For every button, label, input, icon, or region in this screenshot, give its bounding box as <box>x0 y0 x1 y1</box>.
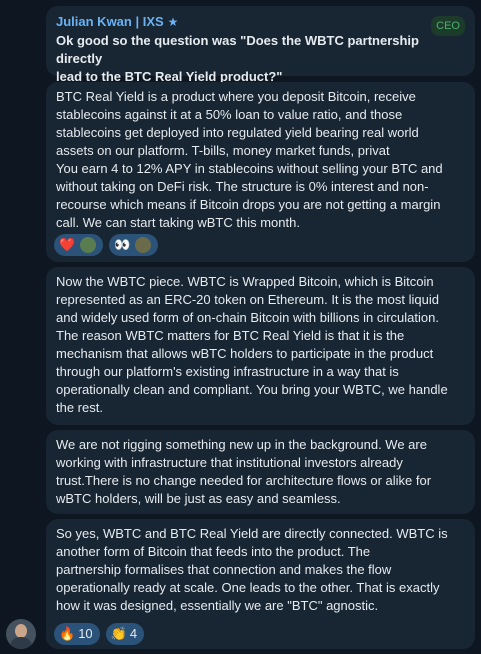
message-bubble[interactable]: We are not rigging something new up in t… <box>46 430 475 514</box>
eyes-icon: 👀 <box>114 237 131 252</box>
message-header: Julian Kwan | IXS ★ <box>56 12 465 32</box>
reaction-eyes[interactable]: 👀 <box>109 234 159 256</box>
sender-avatar[interactable] <box>6 619 36 649</box>
message-text: So yes, WBTC and BTC Real Yield are dire… <box>56 526 448 613</box>
reactions-row: ❤️ 👀 <box>54 234 159 256</box>
avatar-body <box>10 637 32 649</box>
star-icon: ★ <box>167 15 179 29</box>
fire-icon: 🔥 <box>59 626 76 641</box>
reaction-fire[interactable]: 🔥 10 <box>54 623 100 645</box>
reactor-avatar <box>135 237 152 253</box>
reaction-count: 10 <box>78 626 93 641</box>
reaction-count: 4 <box>129 626 138 641</box>
message-text: BTC Real Yield is a product where you de… <box>56 89 443 230</box>
message-bubble[interactable]: Julian Kwan | IXS ★ CEO Ok good so the q… <box>46 6 475 84</box>
message-text: Ok good so the question was "Does the WB… <box>56 33 419 84</box>
message-bubble[interactable]: Now the WBTC piece. WBTC is Wrapped Bitc… <box>46 267 475 425</box>
message-bubble[interactable]: So yes, WBTC and BTC Real Yield are dire… <box>46 519 475 649</box>
reaction-clap[interactable]: 👏 4 <box>105 623 145 645</box>
reaction-heart[interactable]: ❤️ <box>54 234 104 256</box>
message-text: We are not rigging something new up in t… <box>56 437 432 506</box>
reactions-row: 🔥 10 👏 4 <box>54 623 145 645</box>
sender-name[interactable]: Julian Kwan | IXS <box>56 13 164 31</box>
role-badge: CEO <box>431 16 465 36</box>
avatar-head <box>15 624 27 638</box>
message-bubble[interactable]: BTC Real Yield is a product where you de… <box>46 82 475 262</box>
clap-icon: 👏 <box>110 626 127 641</box>
reactor-avatar <box>80 237 97 253</box>
heart-icon: ❤️ <box>59 237 76 252</box>
message-text: Now the WBTC piece. WBTC is Wrapped Bitc… <box>56 274 448 415</box>
